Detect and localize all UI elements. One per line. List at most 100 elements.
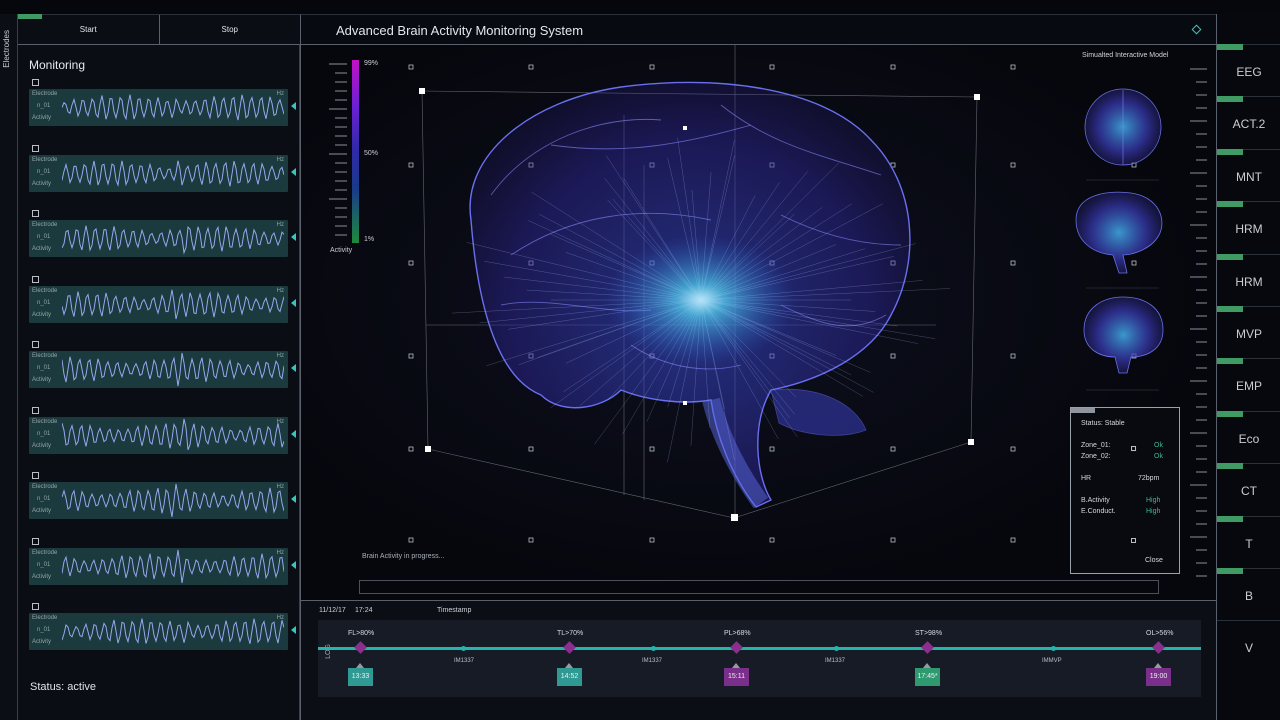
legend-label: Activity: [330, 247, 353, 254]
nav-item-5[interactable]: MVP: [1217, 306, 1280, 358]
activity-label: Activity: [32, 115, 52, 121]
nav-item-2[interactable]: MNT: [1217, 148, 1280, 201]
waveform-line: [62, 160, 284, 187]
page-title: Advanced Brain Activity Monitoring Syste…: [336, 23, 584, 38]
activity-label: Activity: [32, 442, 52, 449]
nav-item-4[interactable]: HRM: [1217, 253, 1280, 306]
electrode-checkbox[interactable]: [32, 275, 39, 283]
nav-item-label: ACT.2: [1232, 117, 1266, 132]
hr-label: HR: [1081, 475, 1092, 482]
timeline-line: [318, 647, 1201, 650]
nav-indicator: [1217, 96, 1243, 103]
event-time-tag[interactable]: 13:33: [348, 663, 373, 686]
bactivity-label: B.Activity: [1081, 497, 1110, 504]
event-time-tag[interactable]: 19:00: [1146, 663, 1171, 686]
brain-viewport[interactable]: 99% 50% 1% Activity Simualted Interactiv…: [300, 45, 1216, 600]
event-marker[interactable]: [730, 641, 743, 654]
electrodes-vertical-tab[interactable]: Electrodes: [0, 14, 18, 720]
electrode-row: Electrode n_01 Activity Hz: [29, 537, 299, 604]
electrode-label: Electrode: [32, 549, 58, 556]
activity-label: Activity: [32, 311, 52, 318]
diamond-icon[interactable]: [1191, 24, 1202, 35]
nav-item-8[interactable]: CT: [1217, 463, 1280, 515]
waveform-line: [62, 549, 284, 583]
event-time-tag[interactable]: 17:45*: [915, 663, 940, 686]
nav-item-label: MVP: [1235, 327, 1262, 341]
timeline-mid-label: IM1337: [825, 658, 846, 664]
nav-item-3[interactable]: HRM: [1217, 201, 1280, 253]
electrode-row: Electrode n_01 Activity Hz: [29, 472, 299, 538]
econduct-value: High: [1146, 508, 1161, 515]
nav-item-label: EEG: [1236, 65, 1262, 79]
nav-item-6[interactable]: EMP: [1217, 358, 1280, 410]
electrode-label: Electrode: [32, 484, 58, 490]
electrode-waveform: Electrode n_01 Activity Hz: [29, 547, 288, 585]
electrode-checkbox[interactable]: [32, 603, 39, 610]
event-time-tag[interactable]: 15:11: [724, 663, 749, 686]
electrode-id: n_01: [37, 365, 51, 371]
electrode-id: n_01: [37, 168, 51, 175]
activity-label: Activity: [32, 639, 52, 645]
stop-button[interactable]: Stop: [159, 15, 300, 44]
activity-label: Activity: [32, 246, 52, 252]
expand-arrow-icon[interactable]: [291, 233, 296, 241]
bactivity-value: High: [1146, 497, 1161, 504]
electrode-waveform: Electrode n_01 Activity Hz: [29, 416, 288, 454]
electrodes-tab-label: Electrodes: [2, 30, 11, 68]
close-button[interactable]: Close: [1145, 557, 1163, 564]
event-marker[interactable]: [354, 641, 367, 654]
timeline-mid-label: IM1337: [454, 658, 475, 664]
zone2-label: Zone_02:: [1081, 453, 1111, 460]
nav-indicator: [1217, 515, 1243, 522]
event-label: FL>80%: [348, 630, 375, 637]
expand-arrow-icon[interactable]: [291, 364, 296, 372]
status-panel-tab[interactable]: [1071, 408, 1095, 413]
nav-indicator: [1217, 44, 1243, 50]
event-marker[interactable]: [921, 641, 934, 654]
electrode-row: Electrode n_01 Activity Hz: [29, 144, 299, 211]
zone1-value: Ok: [1154, 442, 1163, 449]
expand-arrow-icon[interactable]: [291, 429, 296, 438]
electrode-checkbox[interactable]: [32, 79, 39, 86]
event-time-tag[interactable]: 14:52: [557, 663, 582, 686]
event-marker[interactable]: [563, 641, 576, 654]
electrode-checkbox[interactable]: [32, 210, 39, 217]
electrode-id: n_01: [37, 103, 51, 109]
nav-item-7[interactable]: Eco: [1217, 410, 1280, 463]
electrode-waveform: Electrode n_01 Activity Hz: [29, 613, 288, 650]
panel-marker-icon: [1131, 538, 1136, 543]
electrode-checkbox[interactable]: [32, 144, 39, 152]
electrode-waveform: Electrode n_01 Activity Hz: [29, 351, 288, 388]
nav-item-11[interactable]: V: [1217, 620, 1280, 672]
timeline-date: 11/12/17: [319, 607, 346, 614]
expand-arrow-icon[interactable]: [291, 560, 296, 569]
electrode-waveform: Electrode n_01 Activity Hz: [29, 154, 288, 192]
electrode-checkbox[interactable]: [32, 341, 39, 348]
expand-arrow-icon[interactable]: [291, 626, 296, 634]
nav-item-9[interactable]: T: [1217, 515, 1280, 568]
electrode-checkbox[interactable]: [32, 406, 39, 414]
nav-item-label: B: [1244, 589, 1253, 603]
nav-item-1[interactable]: ACT.2: [1217, 96, 1280, 148]
waveform-line: [62, 618, 284, 644]
electrode-checkbox[interactable]: [32, 537, 39, 545]
nav-indicator: [1217, 568, 1243, 574]
nav-item-label: HRM: [1235, 222, 1263, 237]
expand-arrow-icon[interactable]: [291, 167, 296, 176]
activity-label: Activity: [32, 508, 52, 514]
nav-indicator: [1217, 358, 1243, 365]
nav-indicator: [1217, 410, 1243, 417]
event-marker[interactable]: [1152, 641, 1165, 654]
expand-arrow-icon[interactable]: [291, 102, 296, 110]
electrode-label: Electrode: [32, 418, 58, 425]
expand-arrow-icon[interactable]: [291, 495, 296, 503]
start-button[interactable]: Start: [18, 14, 160, 44]
progress-bar: [359, 580, 1159, 594]
nav-item-0[interactable]: EEG: [1217, 44, 1280, 96]
timeline-track[interactable]: LOG FL>80% 13:33 TL>70% 14:52 PL>68% 15:11 ST>…: [318, 620, 1201, 697]
expand-arrow-icon[interactable]: [291, 298, 296, 307]
timeline-tick: [834, 646, 839, 651]
nav-item-10[interactable]: B: [1217, 568, 1280, 620]
electrode-checkbox[interactable]: [32, 472, 39, 479]
stop-button-label: Stop: [221, 25, 238, 34]
